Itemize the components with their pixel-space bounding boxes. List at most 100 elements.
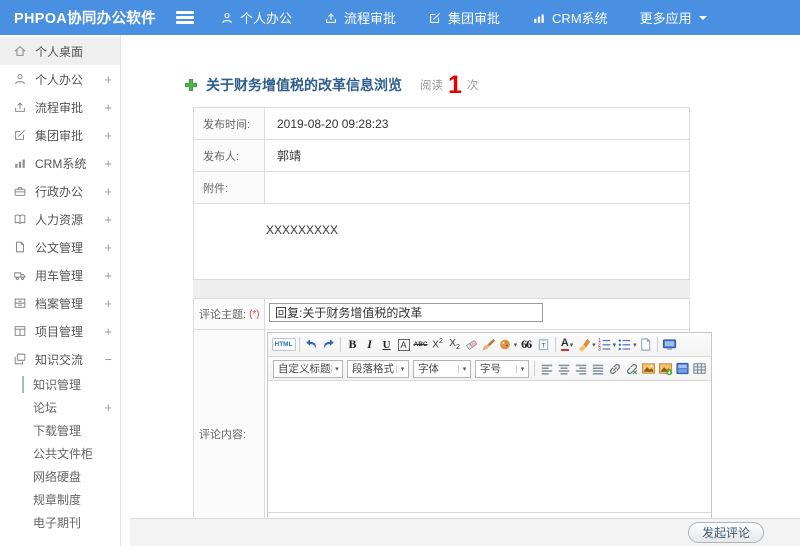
editor-content-area[interactable]: [268, 381, 711, 512]
page-title: 关于财务增值税的改革信息浏览: [206, 77, 402, 93]
expand-icon[interactable]: +: [100, 212, 112, 227]
formatbrush-button[interactable]: [481, 335, 497, 354]
sidebar-item-crm-system[interactable]: CRM系统 +: [0, 149, 120, 177]
dropdown-caret-icon: ▾: [612, 341, 617, 349]
autotypeset-icon: A: [397, 338, 410, 351]
edit-icon: [13, 128, 27, 142]
unorderedlist-button[interactable]: ▾: [617, 335, 637, 354]
subscript-button[interactable]: X2: [447, 335, 463, 354]
topnav-personal-office[interactable]: 个人办公: [220, 8, 292, 27]
expand-icon[interactable]: +: [100, 240, 112, 255]
flow-icon: [324, 11, 338, 25]
sidebar-item-vehicle-management[interactable]: 用车管理 +: [0, 261, 120, 289]
underline-button[interactable]: U: [379, 335, 395, 354]
sidebar-item-personal-office[interactable]: 个人办公 +: [0, 65, 120, 93]
sidebar-item-knowledge-exchange[interactable]: 知识交流 −: [0, 345, 120, 373]
sidebar-item-label: 网络硬盘: [33, 470, 82, 484]
topnav-group-approval[interactable]: 集团审批: [428, 8, 500, 27]
comment-form: 评论主题: (*) 评论内容: HTMLBIUAABCX2X2▾66TA▾▾12…: [193, 298, 712, 538]
custom-title-select[interactable]: 自定义标题 ▾: [273, 359, 343, 378]
paintformat-button[interactable]: ▾: [498, 335, 517, 354]
sidebar-item-document-management[interactable]: 公文管理 +: [0, 233, 120, 261]
sidebar-item-label: 下载管理: [33, 424, 82, 438]
submit-comment-button[interactable]: 发起评论: [687, 522, 764, 543]
topnav-crm-system[interactable]: CRM系统: [532, 8, 608, 27]
bold-button[interactable]: B: [345, 335, 361, 354]
orderedlist-button[interactable]: 1 2 3 ▾: [597, 335, 617, 354]
sidebar-item-human-resources[interactable]: 人力资源 +: [0, 205, 120, 233]
menu-icon[interactable]: [176, 9, 194, 27]
font-size-select[interactable]: 字号 ▾: [475, 359, 529, 378]
unlink-icon: [625, 362, 639, 376]
expand-icon[interactable]: +: [100, 400, 112, 415]
blockquote-button[interactable]: 66: [518, 335, 534, 354]
sidebar-item-label: 知识管理: [33, 378, 82, 392]
image-button[interactable]: [641, 359, 657, 378]
justifycenter-icon: [557, 362, 571, 376]
project-icon: [13, 324, 27, 338]
sidebar-item-forum[interactable]: 论坛 +: [0, 396, 120, 419]
justifyjustify-button[interactable]: [590, 359, 606, 378]
expand-icon[interactable]: +: [100, 324, 112, 339]
justifyleft-button[interactable]: [539, 359, 555, 378]
sidebar-item-label: 人力资源: [35, 212, 84, 227]
newpage-button[interactable]: [638, 335, 654, 354]
sidebar-item-e-journal[interactable]: 电子期刊: [0, 511, 120, 534]
topnav-more-apps[interactable]: 更多应用: [640, 8, 707, 27]
sidebar-item-knowledge-management[interactable]: 知识管理: [0, 373, 120, 396]
archive-icon: [13, 296, 27, 310]
topnav-workflow-approval[interactable]: 流程审批: [324, 8, 396, 27]
forecolor-button[interactable]: A ▾: [559, 335, 575, 354]
source-button[interactable]: HTML: [271, 335, 296, 354]
edit-icon: [428, 11, 442, 25]
sidebar-item-group-approval[interactable]: 集团审批 +: [0, 121, 120, 149]
justifyright-icon: [574, 362, 588, 376]
video-button[interactable]: [675, 359, 691, 378]
fullscreen-button[interactable]: [662, 335, 678, 354]
justifycenter-button[interactable]: [556, 359, 572, 378]
expand-icon[interactable]: +: [100, 296, 112, 311]
expand-icon[interactable]: +: [100, 128, 112, 143]
table-icon: [692, 361, 707, 376]
sidebar-item-admin-office[interactable]: 行政办公 +: [0, 177, 120, 205]
section-divider: [193, 280, 690, 298]
sidebar-item-workflow-approval[interactable]: 流程审批 +: [0, 93, 120, 121]
info-value-text: 2019-08-20 09:28:23: [277, 116, 389, 131]
undo-button[interactable]: [304, 335, 320, 354]
sidebar-item-public-file-cabinet[interactable]: 公共文件柜: [0, 442, 120, 465]
expand-icon[interactable]: +: [100, 156, 112, 171]
select-label: 段落格式: [352, 363, 394, 375]
fullscreen-icon: [662, 337, 677, 352]
expand-icon[interactable]: +: [100, 72, 112, 87]
sidebar-item-rules-regulations[interactable]: 规章制度: [0, 488, 120, 511]
redo-button[interactable]: [321, 335, 337, 354]
sidebar-item-project-management[interactable]: 项目管理 +: [0, 317, 120, 345]
italic-button[interactable]: I: [362, 335, 378, 354]
strikethrough-button[interactable]: ABC: [413, 335, 429, 354]
unlink-button[interactable]: [624, 359, 640, 378]
justifyright-button[interactable]: [573, 359, 589, 378]
sidebar-item-network-disk[interactable]: 网络硬盘: [0, 465, 120, 488]
font-family-select[interactable]: 字体 ▾: [413, 359, 471, 378]
pastetext-button[interactable]: T: [535, 335, 551, 354]
expand-icon[interactable]: +: [100, 184, 112, 199]
superscript-button[interactable]: X2: [430, 335, 446, 354]
expand-icon[interactable]: −: [100, 352, 112, 367]
italic-icon: I: [367, 337, 372, 351]
table-button[interactable]: [692, 359, 708, 378]
sidebar-item-download-management[interactable]: 下载管理: [0, 419, 120, 442]
autotypeset-button[interactable]: A: [396, 335, 412, 354]
sidebar-item-label: 公共文件柜: [33, 447, 94, 461]
sidebar-item-personal-desktop[interactable]: 个人桌面: [0, 37, 120, 65]
expand-icon[interactable]: +: [100, 268, 112, 283]
comment-subject-input[interactable]: [269, 303, 543, 322]
dropdown-caret-icon: ▾: [516, 364, 528, 373]
sidebar-item-archive-management[interactable]: 档案管理 +: [0, 289, 120, 317]
paragraph-format-select[interactable]: 段落格式 ▾: [347, 359, 409, 378]
link-button[interactable]: [607, 359, 623, 378]
eraser-button[interactable]: [464, 335, 480, 354]
svg-text:3: 3: [598, 347, 601, 352]
imageupload-button[interactable]: [658, 359, 674, 378]
backcolor-button[interactable]: ▾: [576, 335, 596, 354]
expand-icon[interactable]: +: [100, 100, 112, 115]
